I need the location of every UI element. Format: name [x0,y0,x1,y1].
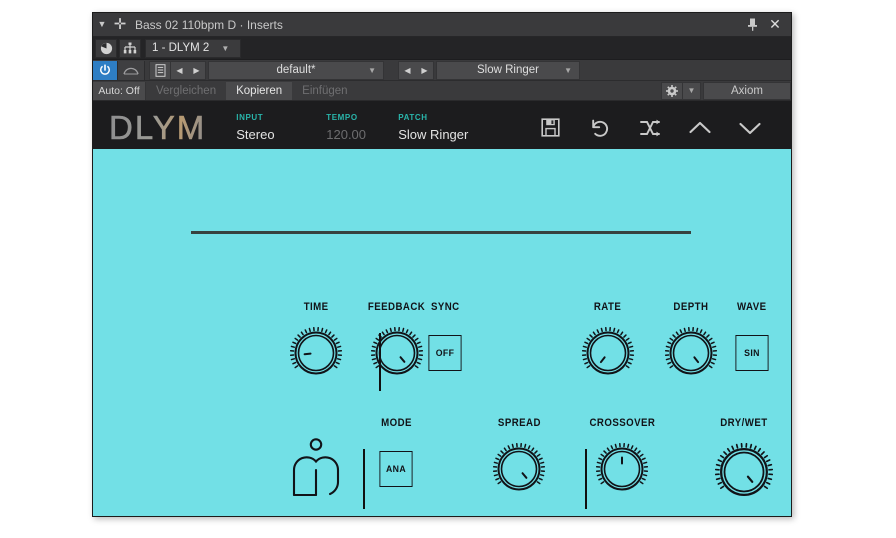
control-spread: SPREAD [493,417,545,495]
power-circle-icon[interactable] [95,38,117,58]
titlebar-buttons: ✕ [741,13,787,36]
control-wave: WAVE SIN [734,301,770,379]
patch-nav: ◀ ▶ [398,60,434,80]
undo-icon[interactable] [575,101,625,154]
meta-patch: PATCH Slow Ringer [398,113,468,142]
triangle-down-icon[interactable]: ▼ [93,13,111,36]
paste-button[interactable]: Einfügen [292,82,357,100]
controller-group: ▼ Axiom [661,81,791,100]
close-icon[interactable]: ✕ [763,13,787,36]
controller-name-field[interactable]: Axiom [703,81,791,100]
window-titlebar: ▼ ✛ Bass 02 110bpm D · Inserts ✕ [93,13,791,37]
chevron-up-icon[interactable] [675,101,725,154]
meta-input-label: INPUT [236,113,264,122]
patch-name-field[interactable]: Slow Ringer ▼ [436,60,580,80]
save-icon[interactable] [525,101,575,154]
plugin-window: ▼ ✛ Bass 02 110bpm D · Inserts ✕ 1 - DLY… [92,12,792,517]
meta-patch-label: PATCH [398,113,428,122]
pin-icon[interactable] [741,13,763,36]
control-crossover: CROSSOVER [585,417,660,495]
control-depth-label: DEPTH [673,301,709,313]
control-rate: RATE [582,301,634,379]
depth-knob[interactable] [665,327,717,379]
plugin-meta-group: INPUT Stereo TEMPO 120.00 PATCH Slow Rin… [236,113,468,142]
preset-name-field[interactable]: default* ▼ [208,60,384,80]
plugin-logo: DLYM [109,109,207,146]
control-time: TIME [290,301,342,379]
copy-button[interactable]: Kopieren [226,81,293,100]
automation-toolbar: ◀ ▶ default* ▼ ◀ ▶ Slow Ringer ▼ [93,60,791,81]
meta-tempo-value[interactable]: 120.00 [326,127,398,142]
mode-button[interactable]: ANA [379,451,413,487]
control-sync-label: SYNC [430,301,460,313]
wave-button[interactable]: SIN [735,335,769,371]
control-drywet: DRY/WET [715,417,773,501]
auto-mode-button[interactable]: Auto: Off [93,81,146,100]
randomize-icon[interactable] [625,101,675,154]
divider-row2-left [363,449,365,509]
routing-tree-icon[interactable] [119,38,141,58]
control-depth: DEPTH [665,301,717,379]
screen-root: ▼ ✛ Bass 02 110bpm D · Inserts ✕ 1 - DLY… [0,0,896,538]
meta-input-value[interactable]: Stereo [236,127,326,142]
window-title: Bass 02 110bpm D · Inserts [135,17,283,32]
plugin-header-icons [525,101,775,154]
plugin-main-panel: TIME FEEDBACK SYNC OFF RATE DEPTH WAVE S… [93,149,791,516]
gear-icon[interactable] [661,81,683,100]
preset-nav: ◀ ▶ [171,60,206,80]
slot-row: 1 - DLYM 2 ▼ [93,37,791,60]
patch-next-button[interactable]: ▶ [416,62,433,79]
time-knob[interactable] [290,327,342,379]
control-wave-label: WAVE [737,301,767,313]
patch-name-label: Slow Ringer [477,64,539,76]
slot-select[interactable]: 1 - DLYM 2 ▼ [145,38,241,58]
automation-curve-icon[interactable] [118,60,145,80]
control-sync: SYNC OFF [427,301,463,379]
control-rate-label: RATE [594,301,622,313]
preset-prev-button[interactable]: ◀ [171,62,188,79]
meta-input: INPUT Stereo [236,113,326,142]
power-icon[interactable] [93,60,118,80]
control-crossover-label: CROSSOVER [589,417,656,429]
preset-next-button[interactable]: ▶ [188,62,205,79]
chevron-down-icon[interactable] [725,101,775,154]
control-mode-label: MODE [380,417,412,429]
chevron-down-icon: ▼ [221,43,230,53]
delay-curve-line[interactable] [191,231,691,234]
chevron-down-icon: ▼ [368,65,376,75]
rate-knob[interactable] [582,327,634,379]
meta-tempo-label: TEMPO [326,113,358,122]
control-drywet-label: DRY/WET [720,417,768,429]
preset-document-icon[interactable] [149,60,171,80]
sync-button[interactable]: OFF [428,335,462,371]
drywet-knob[interactable] [715,443,773,501]
control-mode: MODE ANA [378,417,414,495]
spread-knob[interactable] [493,443,545,495]
controller-dropdown-arrow[interactable]: ▼ [683,81,701,100]
control-time-label: TIME [303,301,329,313]
slot-label: 1 - DLYM 2 [152,42,210,54]
patch-prev-button[interactable]: ◀ [399,62,416,79]
control-spread-label: SPREAD [497,417,541,429]
control-feedback-label: FEEDBACK [367,301,426,313]
feedback-knob[interactable] [370,327,423,379]
compare-button[interactable]: Vergleichen [146,82,226,100]
minimal-audio-m-logo [290,437,342,504]
plus-icon[interactable]: ✛ [111,13,129,36]
meta-patch-value[interactable]: Slow Ringer [398,127,468,142]
crossover-knob[interactable] [596,443,649,495]
meta-tempo: TEMPO 120.00 [326,113,398,142]
plugin-header: DLYM INPUT Stereo TEMPO 120.00 PATCH Slo… [93,101,791,155]
preset-name-label: default* [276,64,316,76]
control-feedback: FEEDBACK [364,301,429,379]
chevron-down-icon: ▼ [564,65,572,75]
automation-toolbar-secondary: Auto: Off Vergleichen Kopieren Einfügen [93,81,791,101]
